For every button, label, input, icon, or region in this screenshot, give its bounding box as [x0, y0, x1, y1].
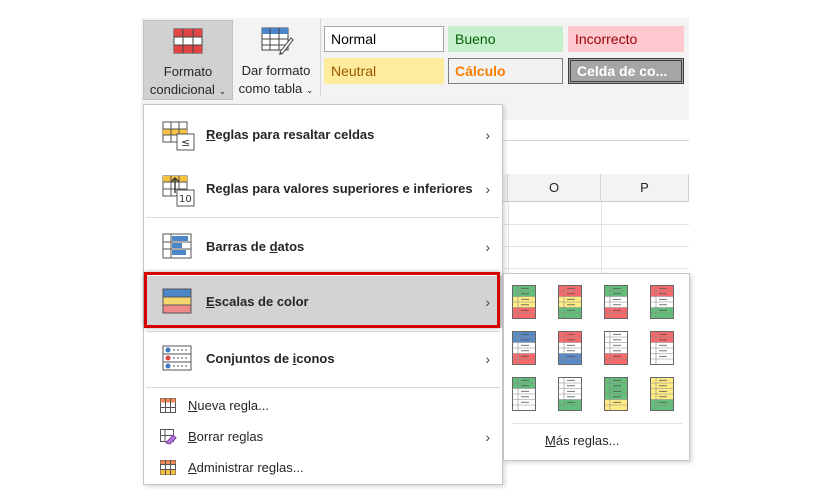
menu-separator: [146, 331, 500, 332]
svg-text:≤: ≤: [181, 136, 190, 149]
color-scale-option[interactable]: [604, 376, 628, 412]
column-header-o[interactable]: O: [508, 174, 601, 202]
color-scale-option[interactable]: [604, 330, 628, 366]
menu-item-label: Reglas para valores superiores e inferio…: [206, 181, 473, 196]
more-rules-link[interactable]: Más reglas...: [545, 429, 619, 453]
menu-item-color-scales[interactable]: Escalas de color ›: [144, 276, 502, 328]
svg-text:10: 10: [179, 194, 192, 205]
color-scales-icon: [162, 288, 192, 314]
grid-line: [508, 202, 509, 274]
style-calculo[interactable]: Cálculo: [448, 58, 563, 84]
menu-item-top-bottom-rules[interactable]: 10 Reglas para valores superiores e infe…: [144, 163, 502, 215]
data-bars-icon: [162, 233, 192, 259]
conditional-format-label-1: Formato: [163, 64, 213, 79]
worksheet-area: [500, 140, 689, 280]
style-bueno[interactable]: Bueno: [448, 26, 563, 52]
color-scale-option[interactable]: [558, 330, 582, 366]
menu-item-label: Escalas de color: [206, 294, 309, 309]
menu-item-data-bars[interactable]: Barras de datos ›: [144, 221, 502, 273]
format-as-table-button[interactable]: Dar formato como tabla ⌄: [235, 20, 317, 100]
menu-item-new-rule[interactable]: Nueva regla...: [144, 390, 502, 421]
chevron-right-icon: ›: [485, 181, 490, 197]
menu-item-icon-sets[interactable]: Conjuntos de iconos ›: [144, 333, 502, 385]
menu-item-label: Reglas para resaltar celdas: [206, 127, 375, 142]
grid-line: [504, 246, 689, 247]
menu-separator: [146, 387, 500, 388]
menu-item-label: Conjuntos de iconos: [206, 351, 335, 366]
chevron-down-icon: ⌄: [218, 86, 227, 96]
new-rule-icon: [160, 398, 176, 413]
chevron-right-icon: ›: [485, 351, 490, 367]
chevron-down-icon: ⌄: [305, 85, 314, 95]
format-table-icon: [261, 27, 294, 55]
ribbon-separator: [320, 18, 321, 96]
menu-item-label: Borrar reglas: [188, 429, 264, 444]
color-scale-option[interactable]: [558, 376, 582, 412]
eraser-icon: [160, 429, 177, 445]
menu-item-label: Nueva regla...: [188, 398, 269, 413]
chevron-right-icon: ›: [485, 294, 490, 310]
manage-rules-icon: [160, 460, 176, 475]
chevron-right-icon: ›: [485, 127, 490, 143]
menu-item-label: Administrar reglas...: [188, 460, 304, 475]
style-normal[interactable]: Normal: [324, 26, 444, 52]
conditional-format-label-2: condicional ⌄: [149, 82, 227, 97]
grid-line: [504, 224, 689, 225]
style-celda-de-comprobacion[interactable]: Celda de co...: [568, 58, 684, 84]
chevron-right-icon: ›: [485, 239, 490, 255]
menu-separator: [512, 423, 682, 424]
menu-separator: [146, 217, 500, 218]
conditional-format-menu: ≤ Reglas para resaltar celdas › 10 Regla…: [143, 104, 503, 485]
conditional-format-button[interactable]: Formato condicional ⌄: [143, 20, 233, 100]
chevron-right-icon: ›: [485, 428, 490, 445]
color-scale-option[interactable]: [650, 284, 674, 320]
icon-sets-icon: [162, 345, 192, 371]
color-scale-option[interactable]: [604, 284, 628, 320]
formula-bar-divider: [500, 140, 689, 141]
color-scale-option[interactable]: [512, 284, 536, 320]
color-scale-option[interactable]: [512, 376, 536, 412]
top-bottom-rules-icon: 10: [162, 175, 195, 207]
style-neutral[interactable]: Neutral: [324, 58, 444, 84]
grid-line: [504, 268, 689, 269]
menu-item-highlight-cells-rules[interactable]: ≤ Reglas para resaltar celdas ›: [144, 109, 502, 161]
highlight-cells-rules-icon: ≤: [162, 121, 195, 151]
color-scale-option[interactable]: [650, 376, 674, 412]
color-scale-option[interactable]: [558, 284, 582, 320]
conditional-format-icon: [173, 28, 203, 54]
menu-item-label: Barras de datos: [206, 239, 305, 254]
format-table-label-1: Dar formato: [241, 63, 311, 78]
style-incorrecto[interactable]: Incorrecto: [568, 26, 684, 52]
format-table-label-2: como tabla ⌄: [238, 81, 314, 96]
color-scale-option[interactable]: [650, 330, 674, 366]
menu-separator: [146, 273, 500, 274]
menu-item-clear-rules[interactable]: Borrar reglas ›: [144, 421, 502, 452]
grid-line: [601, 202, 602, 274]
menu-item-manage-rules[interactable]: Administrar reglas...: [144, 452, 502, 483]
color-scale-option[interactable]: [512, 330, 536, 366]
column-header-p[interactable]: P: [601, 174, 689, 202]
color-scales-submenu: Más reglas...: [503, 273, 690, 461]
